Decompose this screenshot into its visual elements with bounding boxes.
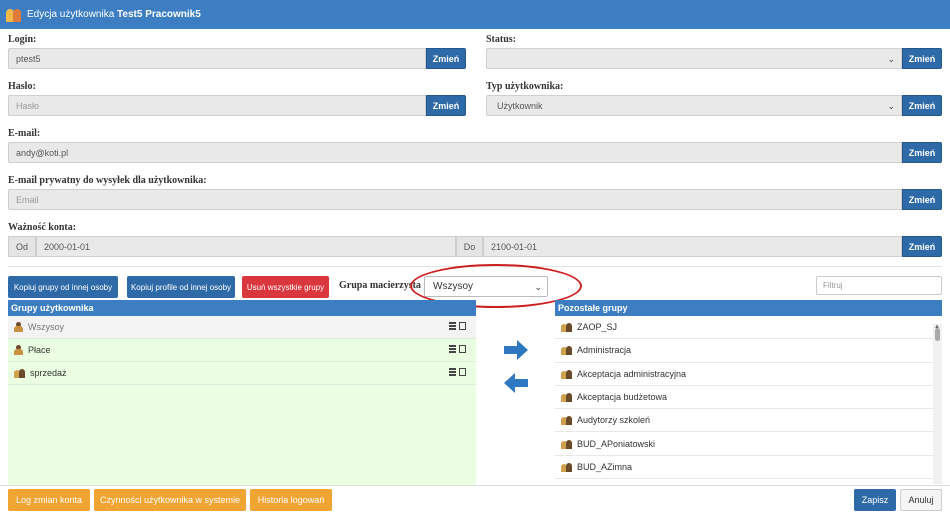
user-activity-button[interactable]: Czynności użytkownika w systemie <box>94 489 246 511</box>
user-type-change-button[interactable]: Zmień <box>902 95 942 116</box>
list-item[interactable]: sprzedaż <box>8 362 476 385</box>
list-item[interactable]: ZAOP_SJ <box>555 316 934 340</box>
chevron-down-icon: ⌄ <box>887 101 895 111</box>
validity-label: Ważność konta: <box>8 222 77 233</box>
users-icon <box>561 369 572 379</box>
menu-icon[interactable] <box>449 345 456 353</box>
private-email-field[interactable]: Email <box>8 189 902 210</box>
password-change-button[interactable]: Zmień <box>426 95 466 116</box>
validity-to-field[interactable]: 2100-01-01 <box>483 236 902 257</box>
login-history-button[interactable]: Historia logowań <box>250 489 332 511</box>
list-item[interactable]: Wszysoy <box>8 316 476 339</box>
group-label: Audytorzy szkoleń <box>577 415 651 426</box>
login-label: Login: <box>8 34 37 45</box>
parent-group-label: Grupa macierzysta <box>339 280 421 291</box>
user-type-select[interactable]: Użytkownik ⌄ <box>486 95 902 116</box>
user-groups-list: Wszysoy Płace sprzedaż <box>8 316 476 485</box>
group-label: BUD_AZimna <box>577 461 633 472</box>
other-groups-list: ZAOP_SJ Administracja Akceptacja adminis… <box>555 316 942 485</box>
scrollbar[interactable]: ▲ <box>933 324 942 484</box>
users-icon <box>561 345 572 356</box>
other-groups-header: Pozostałe grupy <box>555 300 942 316</box>
group-label: Wszysoy <box>28 322 64 332</box>
list-item[interactable]: BUD_APoniatowski <box>555 432 934 456</box>
users-icon <box>6 7 22 23</box>
remove-all-groups-button[interactable]: Usuń wszystkie grupy <box>242 276 329 298</box>
user-groups-header: Grupy użytkownika <box>8 300 476 316</box>
status-label: Status: <box>486 34 517 45</box>
copy-profiles-button[interactable]: Kopiuj profile od innej osoby <box>127 276 235 298</box>
user-type-value: Użytkownik <box>497 100 543 111</box>
window-titlebar: Edycja użytkownika Test5 Pracownik5 <box>0 0 950 29</box>
group-label: Administracja <box>577 345 632 356</box>
menu-icon[interactable] <box>449 322 456 330</box>
group-label: Akceptacja budżetowa <box>577 392 668 403</box>
users-icon <box>14 368 25 378</box>
edit-icon[interactable] <box>459 368 466 376</box>
users-icon <box>561 322 572 333</box>
validity-from-label: Od <box>8 236 36 257</box>
group-label: sprzedaż <box>30 368 67 378</box>
window-title: Edycja użytkownika Test5 Pracownik5 <box>27 9 201 20</box>
email-field[interactable]: andy@koti.pl <box>8 142 902 163</box>
private-email-label: E-mail prywatny do wysyłek dla użytkowni… <box>8 175 207 186</box>
status-select[interactable]: ⌄ <box>486 48 902 69</box>
users-icon <box>561 439 572 449</box>
filter-input[interactable]: Filtruj <box>816 276 942 295</box>
account-log-button[interactable]: Log zmian konta <box>8 489 90 511</box>
users-icon <box>561 392 572 403</box>
list-item[interactable]: Audytorzy szkoleń <box>555 409 934 433</box>
user-type-label: Typ użytkownika: <box>486 81 564 92</box>
list-item[interactable]: Akceptacja administracyjna <box>555 363 934 386</box>
edit-icon[interactable] <box>459 345 466 353</box>
users-icon <box>561 462 572 472</box>
email-change-button[interactable]: Zmień <box>902 142 942 163</box>
user-icon <box>14 322 23 332</box>
group-label: BUD_APoniatowski <box>577 438 656 449</box>
password-label: Hasło: <box>8 81 36 92</box>
arrow-right-icon[interactable] <box>504 340 528 360</box>
scrollbar-thumb[interactable] <box>935 328 940 341</box>
menu-icon[interactable] <box>449 368 456 376</box>
chevron-down-icon: ⌄ <box>887 54 895 64</box>
status-change-button[interactable]: Zmień <box>902 48 942 69</box>
save-button[interactable]: Zapisz <box>854 489 896 511</box>
group-label: ZAOP_SJ <box>577 322 618 333</box>
list-item[interactable]: Płace <box>8 339 476 362</box>
list-item[interactable]: BUD_AZimna <box>555 456 934 480</box>
footer-divider <box>0 485 950 486</box>
copy-groups-button[interactable]: Kopiuj grupy od innej osoby <box>8 276 118 298</box>
group-label: Akceptacja administracyjna <box>577 368 687 379</box>
login-field[interactable]: ptest5 <box>8 48 426 69</box>
arrow-left-icon[interactable] <box>504 373 528 393</box>
password-field[interactable]: Hasło <box>8 95 426 116</box>
users-icon <box>561 415 572 426</box>
private-email-change-button[interactable]: Zmień <box>902 189 942 210</box>
cancel-button[interactable]: Anuluj <box>900 489 942 511</box>
email-label: E-mail: <box>8 128 41 139</box>
validity-to-label: Do <box>456 236 483 257</box>
validity-change-button[interactable]: Zmień <box>902 236 942 257</box>
list-item[interactable]: Akceptacja budżetowa <box>555 386 934 410</box>
validity-from-field[interactable]: 2000-01-01 <box>36 236 456 257</box>
group-label: Płace <box>28 345 51 355</box>
list-item[interactable]: Administracja <box>555 339 934 363</box>
login-change-button[interactable]: Zmień <box>426 48 466 69</box>
edit-icon[interactable] <box>459 322 466 330</box>
user-icon <box>14 345 23 355</box>
